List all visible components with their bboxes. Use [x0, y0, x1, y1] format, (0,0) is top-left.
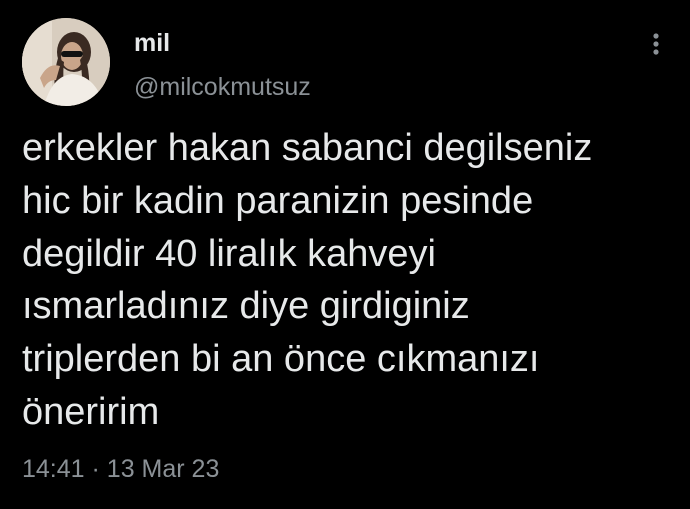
tweet-timestamp[interactable]: 14:41 · 13 Mar 23: [22, 454, 219, 484]
display-name[interactable]: mil: [134, 28, 170, 58]
more-vertical-icon[interactable]: [644, 30, 668, 60]
tweet-time: 14:41: [22, 455, 85, 483]
tweet-text: erkekler hakan sabanci degilseniz hic bi…: [22, 127, 593, 433]
user-handle[interactable]: @milcokmutsuz: [134, 72, 311, 102]
tweet-date: 13 Mar 23: [106, 455, 220, 483]
tweet: mil @milcokmutsuz erkekler hakan sabanci…: [0, 0, 690, 509]
avatar-photo: [22, 18, 110, 106]
avatar[interactable]: [22, 18, 110, 106]
meta-separator: ·: [91, 455, 100, 483]
